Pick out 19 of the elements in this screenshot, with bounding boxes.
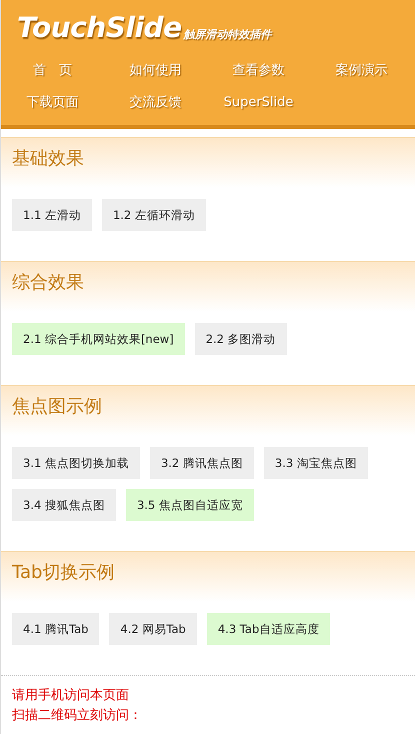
demo-link[interactable]: 1.2 左循环滑动 xyxy=(102,199,206,231)
demo-link[interactable]: 2.1 综合手机网站效果[new] xyxy=(12,323,185,355)
section-header: 综合效果 xyxy=(1,261,415,312)
section-header: 基础效果 xyxy=(1,137,415,188)
tagline: 触屏滑动特效插件 xyxy=(184,27,272,43)
demo-link[interactable]: 3.5 焦点图自适应宽 xyxy=(126,489,254,521)
demo-link[interactable]: 3.2 腾讯焦点图 xyxy=(150,447,254,479)
demo-link[interactable]: 4.2 网易Tab xyxy=(109,613,197,645)
demo-link[interactable]: 1.1 左滑动 xyxy=(12,199,92,231)
section-header: 焦点图示例 xyxy=(1,385,415,436)
demo-link[interactable]: 4.3 Tab自适应高度 xyxy=(206,613,330,645)
demo-link[interactable]: 2.2 多图滑动 xyxy=(194,323,287,355)
section-header: Tab切换示例 xyxy=(1,551,415,602)
demo-link[interactable]: 3.3 淘宝焦点图 xyxy=(264,447,368,479)
notice-text: 请用手机访问本页面 xyxy=(12,687,130,705)
demo-link[interactable]: 3.1 焦点图切换加载 xyxy=(12,447,140,479)
notice-text: 扫描二维码立刻访问： xyxy=(12,707,143,725)
demo-link[interactable]: 4.1 腾讯Tab xyxy=(12,613,100,645)
demo-link[interactable]: 3.4 搜狐焦点图 xyxy=(12,489,116,521)
